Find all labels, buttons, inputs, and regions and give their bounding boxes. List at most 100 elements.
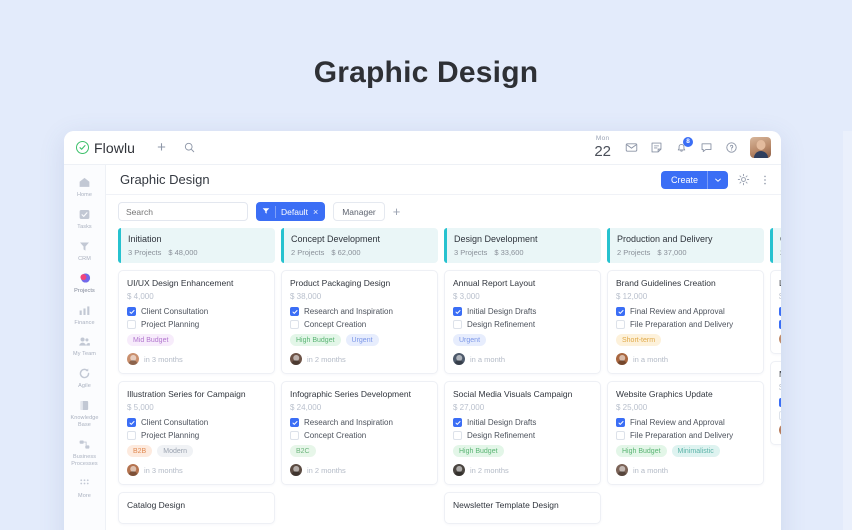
checkbox-empty-icon[interactable] [616, 431, 625, 441]
card-task-row[interactable]: Project Planning [127, 431, 266, 441]
help-icon[interactable] [725, 141, 738, 154]
kanban-card[interactable]: Mu $ 1 [770, 361, 781, 446]
checkbox-empty-icon[interactable] [127, 320, 136, 330]
checkbox-empty-icon[interactable] [453, 320, 462, 330]
card-task-row[interactable]: Client Consultation [127, 418, 266, 428]
chat-icon[interactable] [700, 141, 713, 154]
assignee-avatar[interactable] [290, 353, 302, 366]
assignee-avatar[interactable] [779, 424, 781, 437]
assignee-avatar[interactable] [616, 353, 628, 366]
checkbox-empty-icon[interactable] [779, 411, 781, 421]
kanban-card[interactable]: Social Media Visuals Campaign $ 27,000 Ini… [444, 381, 601, 486]
sidebar-item-home[interactable]: Home [65, 171, 105, 202]
card-tag[interactable]: Short-term [616, 334, 662, 347]
search-icon[interactable] [184, 142, 195, 153]
kanban-card[interactable]: Newsletter Template Design [444, 492, 601, 524]
card-tag[interactable]: Urgent [345, 334, 379, 347]
sidebar-item-my-team[interactable]: My Team [65, 330, 105, 361]
sidebar-item-more[interactable]: More [65, 472, 105, 503]
assignee-avatar[interactable] [453, 353, 465, 366]
sidebar-item-business-processes[interactable]: Business Processes [65, 433, 105, 471]
user-avatar[interactable] [750, 137, 771, 158]
sidebar-item-projects[interactable]: Projects [65, 267, 105, 298]
card-task-row[interactable]: Research and Inspiration [290, 418, 429, 428]
column-header[interactable]: Production and Delivery 2 Projects $ 37,00… [607, 228, 764, 263]
card-tag[interactable]: Modern [157, 445, 193, 458]
card-task-row[interactable]: Final Review and Approval [616, 307, 755, 317]
sidebar-item-tasks[interactable]: Tasks [65, 203, 105, 234]
checkbox-checked-icon[interactable] [290, 307, 299, 317]
card-tag[interactable]: High Budget [453, 445, 504, 458]
card-task-row[interactable] [779, 411, 781, 421]
checkbox-checked-icon[interactable] [127, 307, 136, 317]
card-task-row[interactable]: Design Refinement [453, 431, 592, 441]
date-widget[interactable]: Mon 22 [594, 136, 611, 159]
kebab-menu-icon[interactable] [759, 174, 771, 186]
bell-icon[interactable]: 8 [675, 137, 693, 154]
checkbox-checked-icon[interactable] [453, 418, 462, 428]
kanban-card[interactable]: Infographic Series Development $ 24,000 Re… [281, 381, 438, 486]
sidebar-item-finance[interactable]: Finance [65, 299, 105, 330]
card-tag[interactable]: High Budget [290, 334, 341, 347]
kanban-card[interactable]: Website Graphics Update $ 25,000 Final Rev… [607, 381, 764, 486]
checkbox-checked-icon[interactable] [779, 307, 781, 317]
checkbox-checked-icon[interactable] [779, 320, 781, 330]
card-tag[interactable]: B2B [127, 445, 153, 458]
card-task-row[interactable]: Project Planning [127, 320, 266, 330]
card-tag[interactable]: Minimalistic [671, 445, 720, 458]
card-tag[interactable]: High Budget [616, 445, 667, 458]
card-task-row[interactable]: Research and Inspiration [290, 307, 429, 317]
add-filter-icon[interactable]: + [393, 205, 401, 218]
sidebar-item-crm[interactable]: CRM [65, 235, 105, 266]
checkbox-empty-icon[interactable] [453, 431, 462, 441]
column-header[interactable]: Clo 2 P [770, 228, 781, 263]
card-task-row[interactable]: Initial Design Drafts [453, 307, 592, 317]
kanban-card[interactable]: Brand Guidelines Creation $ 12,000 Final R… [607, 270, 764, 375]
checkbox-empty-icon[interactable] [616, 320, 625, 330]
checkbox-empty-icon[interactable] [290, 320, 299, 330]
card-tag[interactable]: Mid Budget [127, 334, 175, 347]
search-input[interactable] [118, 202, 248, 221]
chevron-down-icon[interactable] [707, 170, 728, 189]
plus-icon[interactable]: + [157, 140, 166, 155]
checkbox-checked-icon[interactable] [127, 418, 136, 428]
card-task-row[interactable]: Concept Creation [290, 431, 429, 441]
close-icon[interactable]: × [313, 207, 318, 217]
assignee-avatar[interactable] [127, 464, 139, 477]
checkbox-checked-icon[interactable] [616, 418, 625, 428]
filter-manager-chip[interactable]: Manager [333, 202, 385, 221]
kanban-card[interactable]: Annual Report Layout $ 3,000 Initial Desig… [444, 270, 601, 375]
kanban-card[interactable]: UI/UX Design Enhancement $ 4,000 Client Co… [118, 270, 275, 375]
card-task-row[interactable]: Initial Design Drafts [453, 418, 592, 428]
filter-default-chip[interactable]: Default × [256, 202, 326, 221]
card-task-row[interactable]: File Preparation and Delivery [616, 431, 755, 441]
checkbox-empty-icon[interactable] [127, 431, 136, 441]
card-task-row[interactable] [779, 307, 781, 317]
kanban-card[interactable]: Catalog Design [118, 492, 275, 524]
kanban-card[interactable]: Product Packaging Design $ 38,000 Research… [281, 270, 438, 375]
checkbox-empty-icon[interactable] [290, 431, 299, 441]
card-task-row[interactable]: File Preparation and Delivery [616, 320, 755, 330]
card-task-row[interactable] [779, 398, 781, 408]
card-task-row[interactable]: Design Refinement [453, 320, 592, 330]
assignee-avatar[interactable] [127, 353, 139, 366]
card-task-row[interactable]: Client Consultation [127, 307, 266, 317]
column-header[interactable]: Initiation 3 Projects $ 48,000 [118, 228, 275, 263]
kanban-card[interactable]: Lo $ 1 [770, 270, 781, 355]
window-scroll-strip[interactable] [843, 131, 852, 530]
card-tag[interactable]: Urgent [453, 334, 487, 347]
note-icon[interactable] [650, 141, 663, 154]
checkbox-checked-icon[interactable] [453, 307, 462, 317]
checkbox-checked-icon[interactable] [290, 418, 299, 428]
kanban-card[interactable]: Illustration Series for Campaign $ 5,000 C… [118, 381, 275, 486]
card-task-row[interactable] [779, 320, 781, 330]
mail-icon[interactable] [625, 141, 638, 154]
card-task-row[interactable]: Final Review and Approval [616, 418, 755, 428]
checkbox-checked-icon[interactable] [616, 307, 625, 317]
gear-icon[interactable] [737, 173, 750, 186]
kanban-board[interactable]: Initiation 3 Projects $ 48,000 UI/UX Design… [106, 228, 781, 530]
card-tag[interactable]: B2C [290, 445, 316, 458]
sidebar-item-agile[interactable]: Agile [65, 362, 105, 393]
assignee-avatar[interactable] [779, 333, 781, 346]
assignee-avatar[interactable] [453, 464, 465, 477]
